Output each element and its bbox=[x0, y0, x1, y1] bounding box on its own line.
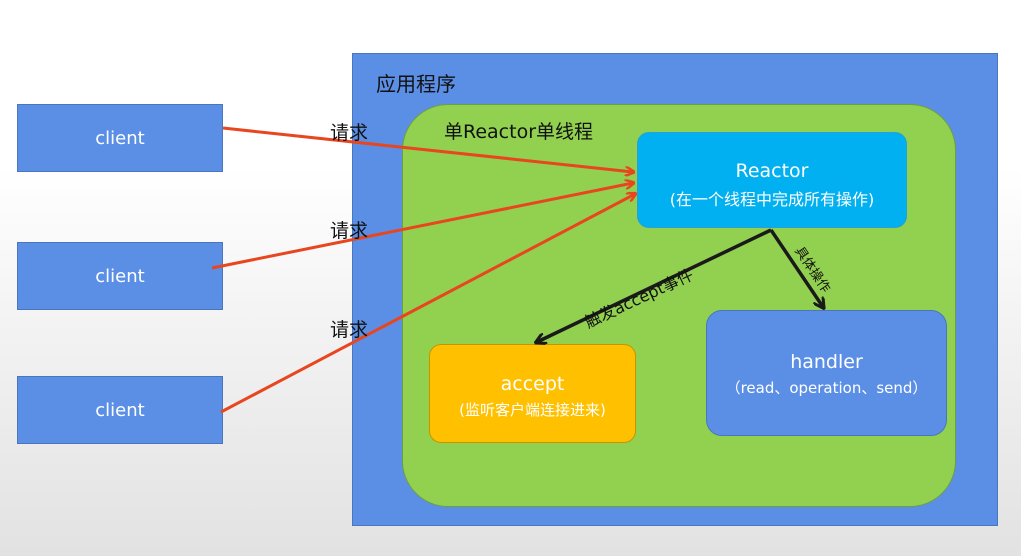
request-arrow-2 bbox=[211, 183, 633, 270]
request-label-1: 请求 bbox=[330, 122, 369, 144]
arrows-layer bbox=[211, 126, 1021, 414]
request-label-3: 请求 bbox=[330, 319, 369, 341]
request-arrow-3 bbox=[220, 194, 635, 414]
request-label-2: 请求 bbox=[330, 220, 369, 242]
request-arrow-1 bbox=[222, 126, 633, 172]
